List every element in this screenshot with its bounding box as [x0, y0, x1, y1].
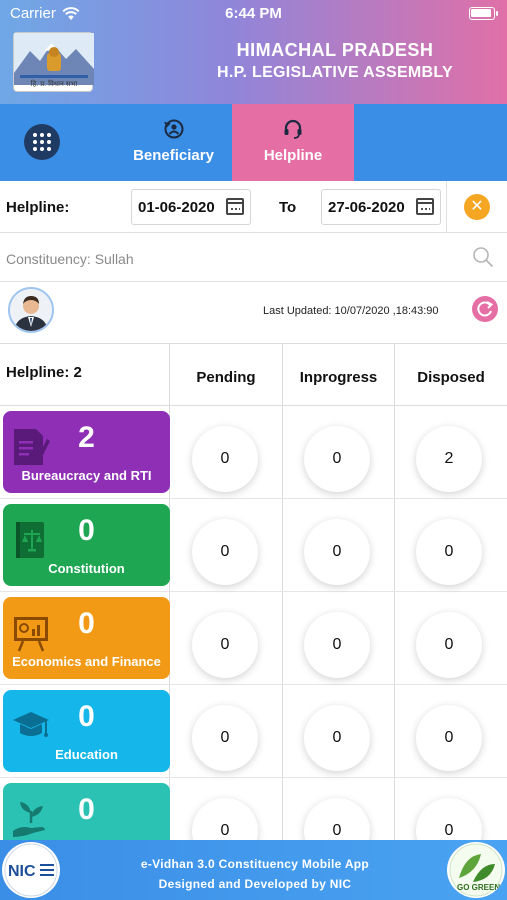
footer-text: e-Vidhan 3.0 Constituency Mobile App Des…: [110, 854, 400, 894]
header: Carrier 6:44 PM हि. प्र. विधान सभा HIMAC…: [0, 0, 507, 104]
grid-dots-icon: [33, 133, 51, 151]
calendar-icon: [416, 198, 434, 215]
title-line1: HIMACHAL PRADESH: [236, 40, 434, 60]
pending-count[interactable]: 0: [192, 426, 258, 492]
to-date-value: 27-06-2020: [328, 199, 405, 216]
headset-icon: [284, 119, 302, 139]
category-count: 2: [78, 421, 95, 454]
category-name: Constitution: [48, 561, 125, 576]
category-card-constitution[interactable]: 0 Constitution: [3, 504, 170, 586]
search-icon[interactable]: [472, 246, 494, 268]
category-card-economics[interactable]: 0 Economics and Finance: [3, 597, 170, 679]
calendar-icon: [226, 198, 244, 215]
category-count: 0: [78, 793, 95, 826]
go-green-text: GO GREEN: [457, 883, 500, 892]
table-row: 0 Economics and Finance 0 0 0: [0, 592, 507, 685]
last-updated-text: Last Updated: 10/07/2020 ,18:43:90: [263, 305, 439, 317]
pending-count[interactable]: 0: [192, 612, 258, 678]
to-label: To: [279, 199, 297, 216]
disposed-count[interactable]: 0: [416, 519, 482, 585]
user-refresh-icon: [163, 119, 183, 139]
from-date-field[interactable]: 01-06-2020: [131, 189, 251, 225]
status-time: 6:44 PM: [225, 5, 282, 22]
date-filter-row: Helpline: 01-06-2020 To 27-06-2020: [0, 181, 507, 233]
inprogress-count[interactable]: 0: [304, 612, 370, 678]
category-name: Economics and Finance: [12, 654, 161, 669]
to-date-field[interactable]: 27-06-2020: [321, 189, 441, 225]
helpline-count: Helpline: 2: [6, 364, 82, 381]
clear-filter-button[interactable]: ✕: [464, 194, 490, 220]
divider: [446, 181, 447, 233]
tab-helpline-label: Helpline: [263, 147, 323, 164]
refresh-button[interactable]: [472, 296, 498, 322]
constituency-search-text: Constituency: Sullah: [6, 251, 134, 267]
disposed-count[interactable]: 2: [416, 426, 482, 492]
inprogress-count[interactable]: 0: [304, 705, 370, 771]
avatar[interactable]: [8, 287, 54, 333]
inprogress-count[interactable]: 0: [304, 426, 370, 492]
pending-count[interactable]: 0: [192, 519, 258, 585]
category-card-bureaucracy[interactable]: 2 Bureaucracy and RTI: [3, 411, 170, 493]
nic-logo-text: NIC: [8, 863, 36, 880]
logo-caption: हि. प्र. विधान सभा: [30, 81, 78, 88]
menu-grid-button[interactable]: [24, 124, 60, 160]
battery-icon: [469, 7, 498, 20]
category-name: Bureaucracy and RTI: [21, 468, 152, 483]
category-name: Education: [55, 747, 118, 762]
tab-beneficiary[interactable]: Beneficiary: [115, 104, 232, 181]
person-icon: [10, 289, 52, 331]
column-header-pending: Pending: [169, 344, 282, 407]
title-line2: H.P. LEGISLATIVE ASSEMBLY: [217, 64, 453, 81]
category-count: 0: [78, 607, 95, 640]
footer-line2: Designed and Developed by NIC: [158, 877, 352, 891]
footer: NIC e-Vidhan 3.0 Constituency Mobile App…: [0, 840, 507, 900]
go-green-logo: GO GREEN: [447, 842, 505, 898]
column-header-inprogress: Inprogress: [282, 344, 394, 407]
go-green-logo-icon: GO GREEN: [449, 843, 503, 897]
pending-count[interactable]: 0: [192, 705, 258, 771]
table-row: 0 Constitution 0 0 0: [0, 499, 507, 592]
footer-line1: e-Vidhan 3.0 Constituency Mobile App: [140, 857, 370, 871]
table-header: Helpline: 2 Pending Inprogress Disposed: [0, 343, 507, 407]
battery-level: [471, 9, 491, 17]
nic-logo-icon: NIC: [4, 843, 58, 897]
status-bar: Carrier 6:44 PM: [0, 0, 507, 28]
refresh-icon: [477, 301, 494, 317]
disposed-count[interactable]: 0: [416, 705, 482, 771]
category-count: 0: [78, 700, 95, 733]
close-icon: ✕: [470, 198, 484, 215]
app-title: HIMACHAL PRADESH H.P. LEGISLATIVE ASSEMB…: [170, 40, 500, 82]
tab-beneficiary-label: Beneficiary: [133, 147, 214, 164]
tab-bar: Beneficiary Helpline: [0, 104, 507, 181]
category-count: 0: [78, 514, 95, 547]
table-row: 2 Bureaucracy and RTI 0 0 2: [0, 406, 507, 499]
tab-helpline[interactable]: Helpline: [232, 104, 354, 181]
assembly-logo: हि. प्र. विधान सभा: [13, 32, 94, 92]
disposed-count[interactable]: 0: [416, 612, 482, 678]
filter-label: Helpline:: [6, 199, 70, 216]
column-header-disposed: Disposed: [394, 344, 507, 407]
inprogress-count[interactable]: 0: [304, 519, 370, 585]
nic-logo: NIC: [2, 842, 60, 898]
table-row: 0 Education 0 0 0: [0, 685, 507, 778]
constituency-search[interactable]: Constituency: Sullah: [0, 233, 507, 282]
from-date-value: 01-06-2020: [138, 199, 215, 216]
mountain-emblem-icon: [14, 33, 94, 85]
category-card-education[interactable]: 0 Education: [3, 690, 170, 772]
